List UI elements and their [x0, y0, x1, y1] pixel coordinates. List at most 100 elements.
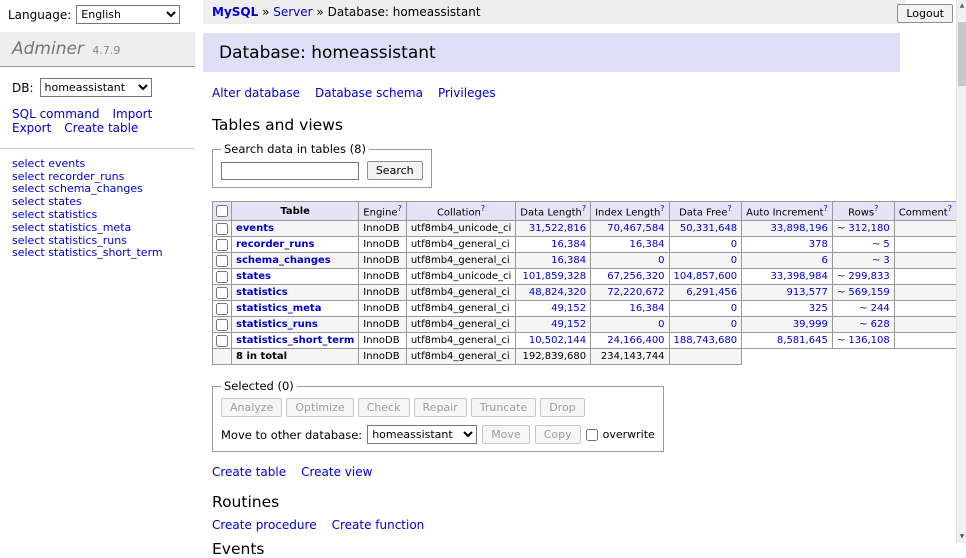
search-input[interactable] — [221, 162, 359, 180]
column-help-link[interactable]: ? — [398, 204, 402, 213]
index-length-link[interactable]: 67,256,320 — [607, 271, 664, 282]
table-name-link[interactable]: statistics_runs — [236, 319, 318, 330]
select-all-checkbox[interactable] — [216, 205, 228, 217]
auto-increment-link[interactable]: 8,581,645 — [777, 335, 828, 346]
auto-increment-link[interactable]: 39,999 — [793, 319, 828, 330]
index-length-link[interactable]: 0 — [658, 255, 664, 266]
bulk-repair-button[interactable]: Repair — [414, 398, 467, 417]
sidebar-select-link[interactable]: select — [12, 182, 45, 195]
sidebar-table-link[interactable]: statistics_runs — [48, 234, 127, 247]
rows-link[interactable]: ~ 312,180 — [837, 223, 890, 234]
table-name-link[interactable]: recorder_runs — [236, 239, 314, 250]
sidebar-select-link[interactable]: select — [12, 234, 45, 247]
column-help-link[interactable]: ? — [948, 204, 952, 213]
column-help-link[interactable]: ? — [660, 204, 664, 213]
row-checkbox[interactable] — [216, 287, 228, 299]
index-length-link[interactable]: 72,220,672 — [607, 287, 664, 298]
data-free-link[interactable]: 6,291,456 — [686, 287, 737, 298]
sidebar-link-import[interactable]: Import — [112, 107, 152, 121]
auto-increment-link[interactable]: 378 — [809, 239, 828, 250]
sidebar-table-link[interactable]: states — [48, 195, 82, 208]
rows-link[interactable]: ~ 628 — [859, 319, 890, 330]
db-select[interactable]: homeassistant — [40, 78, 152, 97]
logout-button[interactable]: Logout — [897, 4, 953, 23]
data-free-link[interactable]: 50,331,648 — [680, 223, 737, 234]
overwrite-checkbox[interactable] — [586, 429, 598, 441]
row-checkbox[interactable] — [216, 223, 228, 235]
row-checkbox[interactable] — [216, 303, 228, 315]
sidebar-table-link[interactable]: recorder_runs — [48, 170, 124, 183]
data-free-link[interactable]: 0 — [731, 239, 737, 250]
data-length-link[interactable]: 16,384 — [551, 239, 586, 250]
data-length-link[interactable]: 16,384 — [551, 255, 586, 266]
sidebar-table-link[interactable]: events — [48, 157, 85, 170]
data-length-link[interactable]: 49,152 — [551, 319, 586, 330]
table-name-link[interactable]: statistics_meta — [236, 303, 321, 314]
table-name-link[interactable]: states — [236, 271, 271, 282]
index-length-link[interactable]: 24,166,400 — [607, 335, 664, 346]
bulk-analyze-button[interactable]: Analyze — [221, 398, 282, 417]
column-help-link[interactable]: ? — [481, 204, 485, 213]
search-button[interactable]: Search — [367, 161, 423, 180]
scroll-down-arrow[interactable]: ▼ — [957, 531, 966, 543]
rows-link[interactable]: ~ 3 — [872, 255, 890, 266]
data-free-link[interactable]: 188,743,680 — [674, 335, 738, 346]
scroll-up-arrow[interactable]: ▲ — [957, 0, 966, 12]
sidebar-link-sql-command[interactable]: SQL command — [12, 107, 99, 121]
sidebar-select-link[interactable]: select — [12, 208, 45, 221]
sidebar-select-link[interactable]: select — [12, 170, 45, 183]
row-checkbox[interactable] — [216, 239, 228, 251]
create-link-create-view[interactable]: Create view — [301, 465, 372, 479]
sidebar-table-link[interactable]: statistics_short_term — [48, 246, 162, 259]
table-name-link[interactable]: statistics — [236, 287, 288, 298]
data-length-link[interactable]: 101,859,328 — [522, 271, 586, 282]
bulk-optimize-button[interactable]: Optimize — [286, 398, 353, 417]
index-length-link[interactable]: 16,384 — [630, 239, 665, 250]
sidebar-table-link[interactable]: statistics_meta — [48, 221, 131, 234]
rows-link[interactable]: ~ 5 — [872, 239, 890, 250]
auto-increment-link[interactable]: 6 — [821, 255, 827, 266]
sidebar-link-export[interactable]: Export — [12, 121, 51, 135]
move-db-select[interactable]: homeassistant — [367, 425, 477, 444]
sidebar-select-link[interactable]: select — [12, 246, 45, 259]
app-name-link[interactable]: Adminer — [12, 39, 84, 59]
db-action-link-database-schema[interactable]: Database schema — [315, 86, 423, 100]
create-link-create-procedure[interactable]: Create procedure — [212, 518, 317, 532]
scrollbar[interactable]: ▲ ▼ — [956, 0, 966, 543]
db-action-link-alter-database[interactable]: Alter database — [212, 86, 300, 100]
sidebar-table-link[interactable]: schema_changes — [48, 182, 143, 195]
column-help-link[interactable]: ? — [874, 204, 878, 213]
rows-link[interactable]: ~ 244 — [859, 303, 890, 314]
language-select[interactable]: English — [76, 5, 180, 24]
breadcrumb-link[interactable]: MySQL — [212, 5, 258, 19]
bulk-check-button[interactable]: Check — [358, 398, 410, 417]
row-checkbox[interactable] — [216, 319, 228, 331]
data-free-link[interactable]: 104,857,600 — [674, 271, 738, 282]
sidebar-link-create-table[interactable]: Create table — [64, 121, 138, 135]
table-name-link[interactable]: statistics_short_term — [236, 335, 354, 346]
row-checkbox[interactable] — [216, 255, 228, 267]
table-name-link[interactable]: schema_changes — [236, 255, 331, 266]
rows-link[interactable]: ~ 299,833 — [837, 271, 890, 282]
data-free-link[interactable]: 0 — [731, 255, 737, 266]
data-length-link[interactable]: 31,522,816 — [529, 223, 586, 234]
bulk-drop-button[interactable]: Drop — [540, 398, 584, 417]
breadcrumb-link[interactable]: Server — [273, 5, 312, 19]
sidebar-select-link[interactable]: select — [12, 157, 45, 170]
sidebar-select-link[interactable]: select — [12, 221, 45, 234]
data-length-link[interactable]: 48,824,320 — [529, 287, 586, 298]
create-link-create-function[interactable]: Create function — [332, 518, 425, 532]
auto-increment-link[interactable]: 325 — [809, 303, 828, 314]
row-checkbox[interactable] — [216, 335, 228, 347]
table-name-link[interactable]: events — [236, 223, 274, 234]
move-button[interactable]: Move — [482, 425, 530, 444]
row-checkbox[interactable] — [216, 271, 228, 283]
create-link-create-table[interactable]: Create table — [212, 465, 286, 479]
index-length-link[interactable]: 70,467,584 — [607, 223, 664, 234]
auto-increment-link[interactable]: 33,398,984 — [771, 271, 828, 282]
db-action-link-privileges[interactable]: Privileges — [438, 86, 496, 100]
column-help-link[interactable]: ? — [727, 204, 731, 213]
auto-increment-link[interactable]: 33,898,196 — [771, 223, 828, 234]
scroll-thumb[interactable] — [958, 22, 966, 86]
column-help-link[interactable]: ? — [582, 204, 586, 213]
